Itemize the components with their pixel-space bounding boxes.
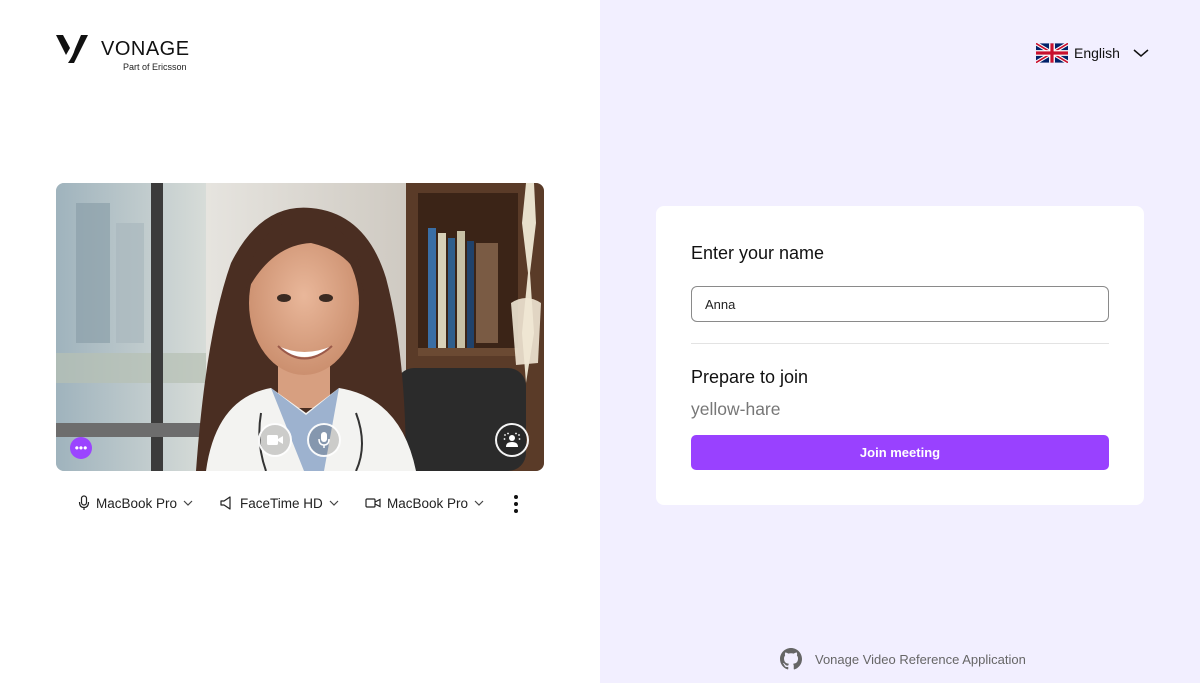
- microphone-toggle-button[interactable]: [307, 423, 341, 457]
- join-meeting-button[interactable]: Join meeting: [691, 435, 1109, 470]
- footer-link[interactable]: Vonage Video Reference Application: [780, 648, 1026, 670]
- microphone-select-label: MacBook Pro: [96, 495, 178, 511]
- prepare-title: Prepare to join: [691, 367, 809, 387]
- camera-toggle-button[interactable]: [258, 423, 292, 457]
- room-name: yellow-hare: [691, 399, 781, 419]
- join-card: Enter your name Prepare to join yellow-h…: [656, 206, 1144, 505]
- video-preview: •••: [56, 183, 544, 471]
- name-section-title: Enter your name: [691, 243, 825, 263]
- name-input[interactable]: [691, 286, 1109, 322]
- more-options-button[interactable]: •••: [70, 437, 92, 459]
- chevron-down-icon: [474, 500, 484, 506]
- vonage-logo-icon: [56, 35, 88, 63]
- camera-select[interactable]: MacBook Pro: [365, 491, 484, 515]
- vonage-logo: VONAGE Part of Ericsson: [56, 34, 196, 74]
- device-settings-menu-button[interactable]: [508, 493, 524, 515]
- background-effects-button[interactable]: [495, 423, 529, 457]
- video-camera-icon: [365, 498, 381, 508]
- kebab-dot: [514, 502, 518, 506]
- speaker-select[interactable]: FaceTime HD: [220, 491, 339, 515]
- uk-flag-icon: [1036, 43, 1068, 63]
- camera-feed-image: [56, 183, 544, 471]
- brand-wordmark: VONAGE: [101, 38, 190, 60]
- camera-select-label: MacBook Pro: [387, 495, 469, 511]
- left-panel: VONAGE Part of Ericsson ••• MacBook Pro …: [0, 0, 600, 683]
- microphone-icon: [318, 432, 330, 448]
- video-camera-icon: [267, 435, 283, 445]
- footer-label: Vonage Video Reference Application: [815, 651, 1026, 667]
- kebab-dot: [514, 495, 518, 499]
- chevron-down-icon: [183, 500, 193, 506]
- brand-tagline: Part of Ericsson: [123, 62, 187, 72]
- card-divider: [691, 343, 1109, 344]
- microphone-select[interactable]: MacBook Pro: [78, 491, 193, 515]
- speaker-icon: [220, 496, 231, 510]
- kebab-dot: [514, 509, 518, 513]
- person-background-icon: [503, 432, 521, 447]
- github-icon: [780, 648, 802, 670]
- speaker-select-label: FaceTime HD: [240, 495, 323, 511]
- chevron-down-icon: [1133, 49, 1149, 57]
- chevron-down-icon: [329, 500, 339, 506]
- device-selectors: MacBook Pro FaceTime HD MacBook Pro: [56, 491, 544, 515]
- language-label: English: [1074, 45, 1120, 61]
- ellipsis-icon: •••: [74, 441, 88, 455]
- language-selector[interactable]: English: [1036, 42, 1150, 64]
- microphone-icon: [78, 495, 90, 510]
